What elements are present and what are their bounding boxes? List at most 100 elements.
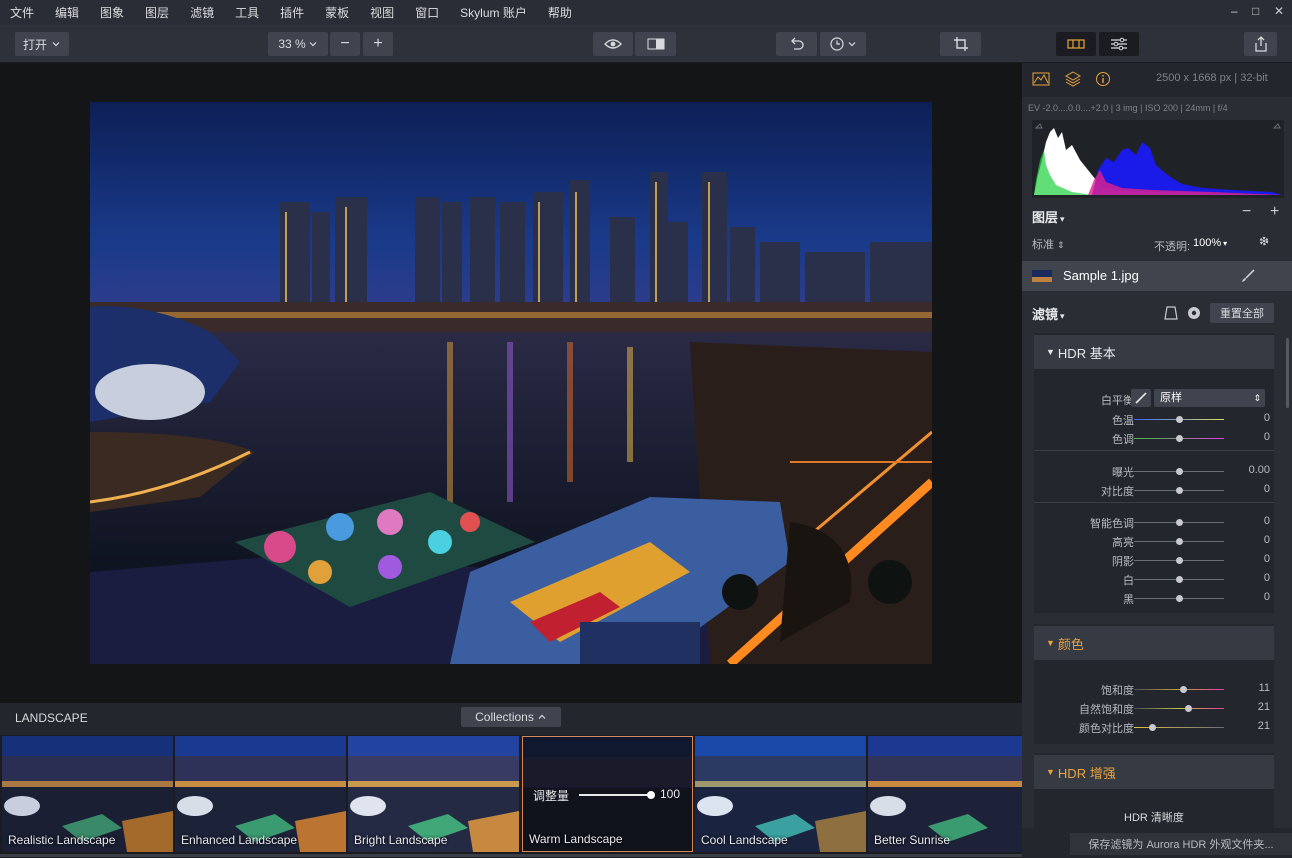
- presets-toggle-button[interactable]: [1056, 32, 1096, 56]
- slider-track[interactable]: [1134, 435, 1224, 442]
- history-button[interactable]: [820, 32, 866, 56]
- preset-realistic-landscape[interactable]: Realistic Landscape: [2, 736, 173, 852]
- slider-knob[interactable]: [1175, 519, 1183, 526]
- collections-button[interactable]: Collections: [461, 707, 561, 727]
- slider-track[interactable]: [1134, 487, 1224, 494]
- slider-knob[interactable]: [1175, 468, 1183, 475]
- amount-slider-knob[interactable]: [647, 791, 655, 799]
- slider-knob[interactable]: [1175, 435, 1183, 442]
- hdr-basic-header[interactable]: ▼ HDR 基本: [1034, 335, 1274, 369]
- menu-image[interactable]: 图象: [100, 4, 124, 21]
- menu-help[interactable]: 帮助: [548, 4, 572, 21]
- slider-knob[interactable]: [1175, 416, 1183, 423]
- menu-view[interactable]: 视图: [370, 4, 394, 21]
- minimize-button[interactable]: –: [1231, 4, 1238, 18]
- collections-label: Collections: [475, 710, 534, 724]
- chevron-up-icon: [538, 714, 546, 719]
- split-view-icon: [647, 38, 664, 50]
- remove-layer-button[interactable]: −: [1242, 203, 1251, 221]
- slider-knob[interactable]: [1175, 576, 1183, 583]
- maximize-button[interactable]: □: [1252, 4, 1259, 18]
- adjustments-toggle-button[interactable]: [1099, 32, 1139, 56]
- filters-title[interactable]: 滤镜 ▾: [1032, 304, 1065, 323]
- zoom-out-button[interactable]: −: [330, 32, 360, 56]
- menu-file[interactable]: 文件: [10, 4, 34, 21]
- layers-title[interactable]: 图层 ▾: [1032, 207, 1065, 226]
- preview-button[interactable]: [593, 32, 633, 56]
- menu-tools[interactable]: 工具: [235, 4, 259, 21]
- slider-track[interactable]: [1134, 538, 1224, 545]
- layer-row[interactable]: Sample 1.jpg: [1022, 261, 1292, 291]
- compare-button[interactable]: [635, 32, 676, 56]
- close-button[interactable]: ✕: [1274, 4, 1284, 18]
- menu-edit[interactable]: 编辑: [55, 4, 79, 21]
- blend-mode-select[interactable]: 标准 ⇕: [1032, 236, 1065, 252]
- preset-bright-landscape[interactable]: Bright Landscape: [348, 736, 519, 852]
- preset-better-sunrise[interactable]: Better Sunrise: [868, 736, 1022, 852]
- panel-scrollbar[interactable]: [1286, 338, 1289, 408]
- slider-value: 0: [1263, 534, 1270, 546]
- mask-icon[interactable]: [1164, 306, 1178, 320]
- slider-track[interactable]: [1134, 416, 1224, 423]
- photo-preview[interactable]: [90, 102, 932, 664]
- eyedropper-button[interactable]: [1131, 389, 1151, 407]
- slider-label: 黑: [1123, 594, 1134, 606]
- share-button[interactable]: [1244, 32, 1277, 56]
- slider-value: 0: [1263, 553, 1270, 565]
- brush-icon[interactable]: [1241, 269, 1255, 283]
- info-icon[interactable]: [1095, 71, 1111, 87]
- preset-label: Enhanced Landscape: [181, 833, 298, 847]
- zoom-value: 33 %: [278, 37, 306, 51]
- crop-button[interactable]: [940, 32, 981, 56]
- slider-track[interactable]: [1134, 724, 1224, 731]
- chevron-down-icon: [309, 42, 317, 47]
- slider-track[interactable]: [1134, 705, 1224, 712]
- slider-knob[interactable]: [1184, 705, 1192, 712]
- slider-track[interactable]: [1134, 519, 1224, 526]
- opacity-select[interactable]: 100% ▾: [1193, 237, 1227, 249]
- slider-track[interactable]: [1134, 576, 1224, 583]
- strip-scrollbar[interactable]: [0, 854, 1022, 857]
- layer-settings-button[interactable]: [1258, 235, 1270, 250]
- zoom-in-button[interactable]: +: [363, 32, 393, 56]
- slider-value: 11: [1258, 682, 1270, 694]
- image-canvas[interactable]: [0, 63, 1022, 703]
- slider-knob[interactable]: [1175, 595, 1183, 602]
- slider-knob[interactable]: [1175, 557, 1183, 564]
- menu-layer[interactable]: 图层: [145, 4, 169, 21]
- preset-warm-landscape[interactable]: 调整量 100 Warm Landscape: [522, 736, 693, 852]
- amount-slider[interactable]: [579, 791, 655, 799]
- updown-icon: ⇕: [1253, 393, 1261, 403]
- chevron-down-icon: ▾: [1060, 311, 1065, 321]
- toolbar: 打开 33 % − +: [0, 25, 1292, 63]
- menu-account[interactable]: Skylum 账户: [460, 4, 527, 21]
- white-balance-select[interactable]: 原样 ⇕: [1154, 389, 1265, 407]
- slider-knob[interactable]: [1175, 538, 1183, 545]
- histogram-icon[interactable]: [1032, 72, 1050, 86]
- layers-icon[interactable]: [1065, 71, 1081, 87]
- menu-mask[interactable]: 蒙板: [325, 4, 349, 21]
- collections-bar: LANDSCAPE Collections: [0, 703, 1022, 735]
- hdr-enhance-header[interactable]: ▼ HDR 增强: [1034, 755, 1274, 789]
- color-header[interactable]: ▼ 颜色: [1034, 626, 1274, 660]
- undo-button[interactable]: [776, 32, 817, 56]
- menu-window[interactable]: 窗口: [415, 4, 439, 21]
- slider-knob[interactable]: [1175, 487, 1183, 494]
- open-button[interactable]: 打开: [15, 32, 69, 56]
- menu-filter[interactable]: 滤镜: [190, 4, 214, 21]
- reset-all-button[interactable]: 重置全部: [1210, 303, 1274, 323]
- preset-enhanced-landscape[interactable]: Enhanced Landscape: [175, 736, 346, 852]
- menu-plugins[interactable]: 插件: [280, 4, 304, 21]
- aperture-icon[interactable]: [1187, 306, 1201, 320]
- slider-track[interactable]: [1134, 468, 1224, 475]
- slider-track[interactable]: [1134, 557, 1224, 564]
- reset-all-label: 重置全部: [1220, 308, 1264, 320]
- slider-value: 21: [1257, 720, 1270, 732]
- preset-cool-landscape[interactable]: Cool Landscape: [695, 736, 866, 852]
- save-filters-button[interactable]: 保存滤镜为 Aurora HDR 外观文件夹...: [1070, 833, 1292, 855]
- add-layer-button[interactable]: +: [1270, 203, 1279, 221]
- slider-track[interactable]: [1134, 686, 1224, 693]
- slider-label: 饱和度: [1101, 685, 1134, 697]
- slider-track[interactable]: [1134, 595, 1224, 602]
- zoom-select[interactable]: 33 %: [268, 32, 328, 56]
